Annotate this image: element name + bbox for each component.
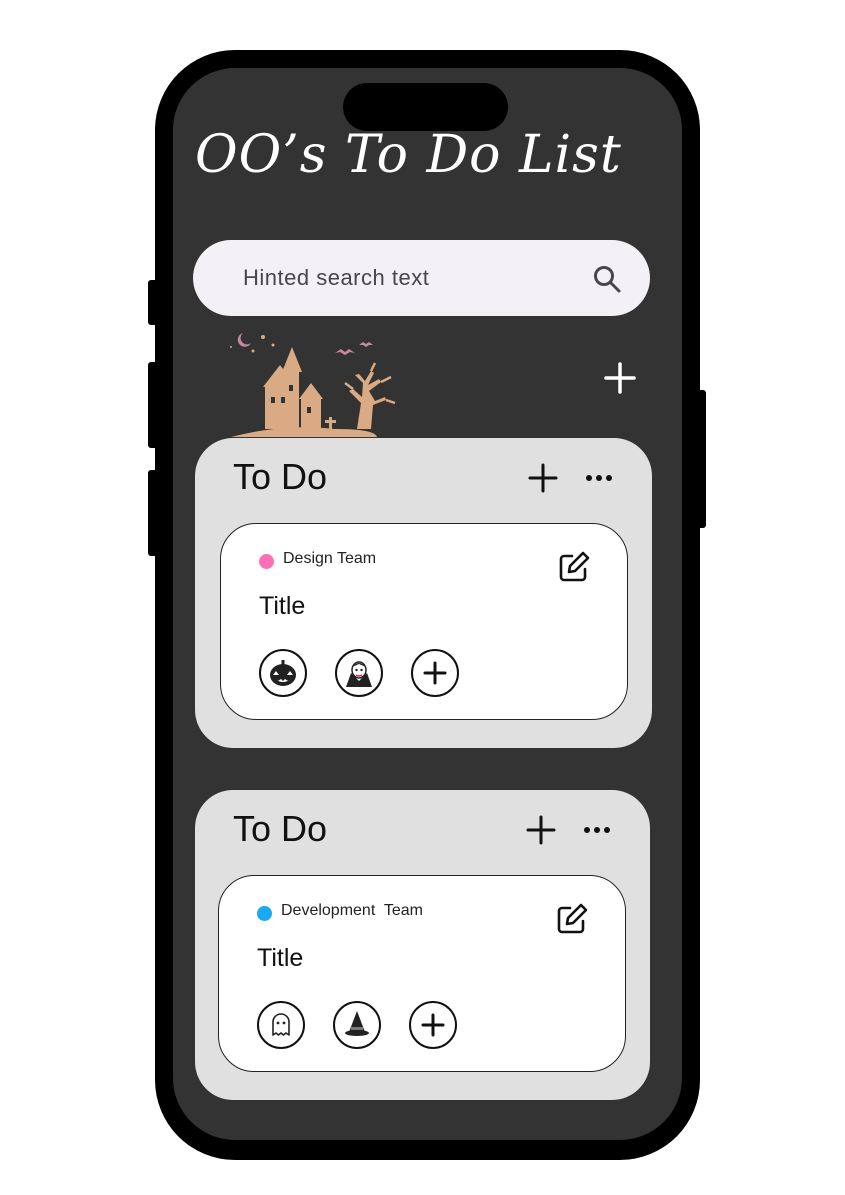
task-card[interactable]: Design Team Title xyxy=(220,523,628,720)
task-card[interactable]: Development Team Title xyxy=(218,875,626,1072)
power-button xyxy=(696,390,706,528)
assignee-avatar[interactable] xyxy=(257,1001,305,1049)
add-assignee-button[interactable] xyxy=(411,649,459,697)
add-card-button[interactable] xyxy=(525,814,557,846)
team-label: Development Team xyxy=(281,902,423,919)
plus-icon xyxy=(421,1013,445,1037)
add-assignee-button[interactable] xyxy=(409,1001,457,1049)
edit-icon[interactable] xyxy=(555,902,589,936)
todo-list-column: To Do Design Team Title xyxy=(195,438,652,748)
pumpkin-icon xyxy=(270,660,296,686)
card-title: Title xyxy=(257,944,304,972)
search-icon[interactable] xyxy=(592,264,622,294)
assignee-avatar[interactable] xyxy=(333,1001,381,1049)
more-options-button[interactable] xyxy=(581,820,613,840)
add-card-button[interactable] xyxy=(527,462,559,494)
search-bar[interactable]: Hinted search text xyxy=(193,240,650,316)
team-label: Design Team xyxy=(283,550,377,567)
app-title: OO’s To Do List xyxy=(195,125,622,185)
mute-switch xyxy=(148,280,158,325)
vampire-icon xyxy=(346,661,372,687)
team-color-dot xyxy=(259,554,274,569)
witch-hat-icon xyxy=(345,1011,369,1036)
plus-icon xyxy=(423,661,447,685)
todo-list-column: To Do Development Team Title xyxy=(195,790,650,1100)
assignee-avatar[interactable] xyxy=(259,649,307,697)
edit-icon[interactable] xyxy=(557,550,591,584)
volume-down-button xyxy=(148,470,158,556)
list-title: To Do xyxy=(233,808,328,849)
search-input[interactable]: Hinted search text xyxy=(243,240,429,316)
volume-up-button xyxy=(148,362,158,448)
assignee-avatar[interactable] xyxy=(335,649,383,697)
team-color-dot xyxy=(257,906,272,921)
add-list-button[interactable] xyxy=(600,358,640,398)
ghost-icon xyxy=(272,1013,290,1036)
list-title: To Do xyxy=(233,456,328,497)
haunted-house-illustration xyxy=(230,333,396,437)
more-options-button[interactable] xyxy=(583,468,615,488)
card-title: Title xyxy=(259,592,306,620)
